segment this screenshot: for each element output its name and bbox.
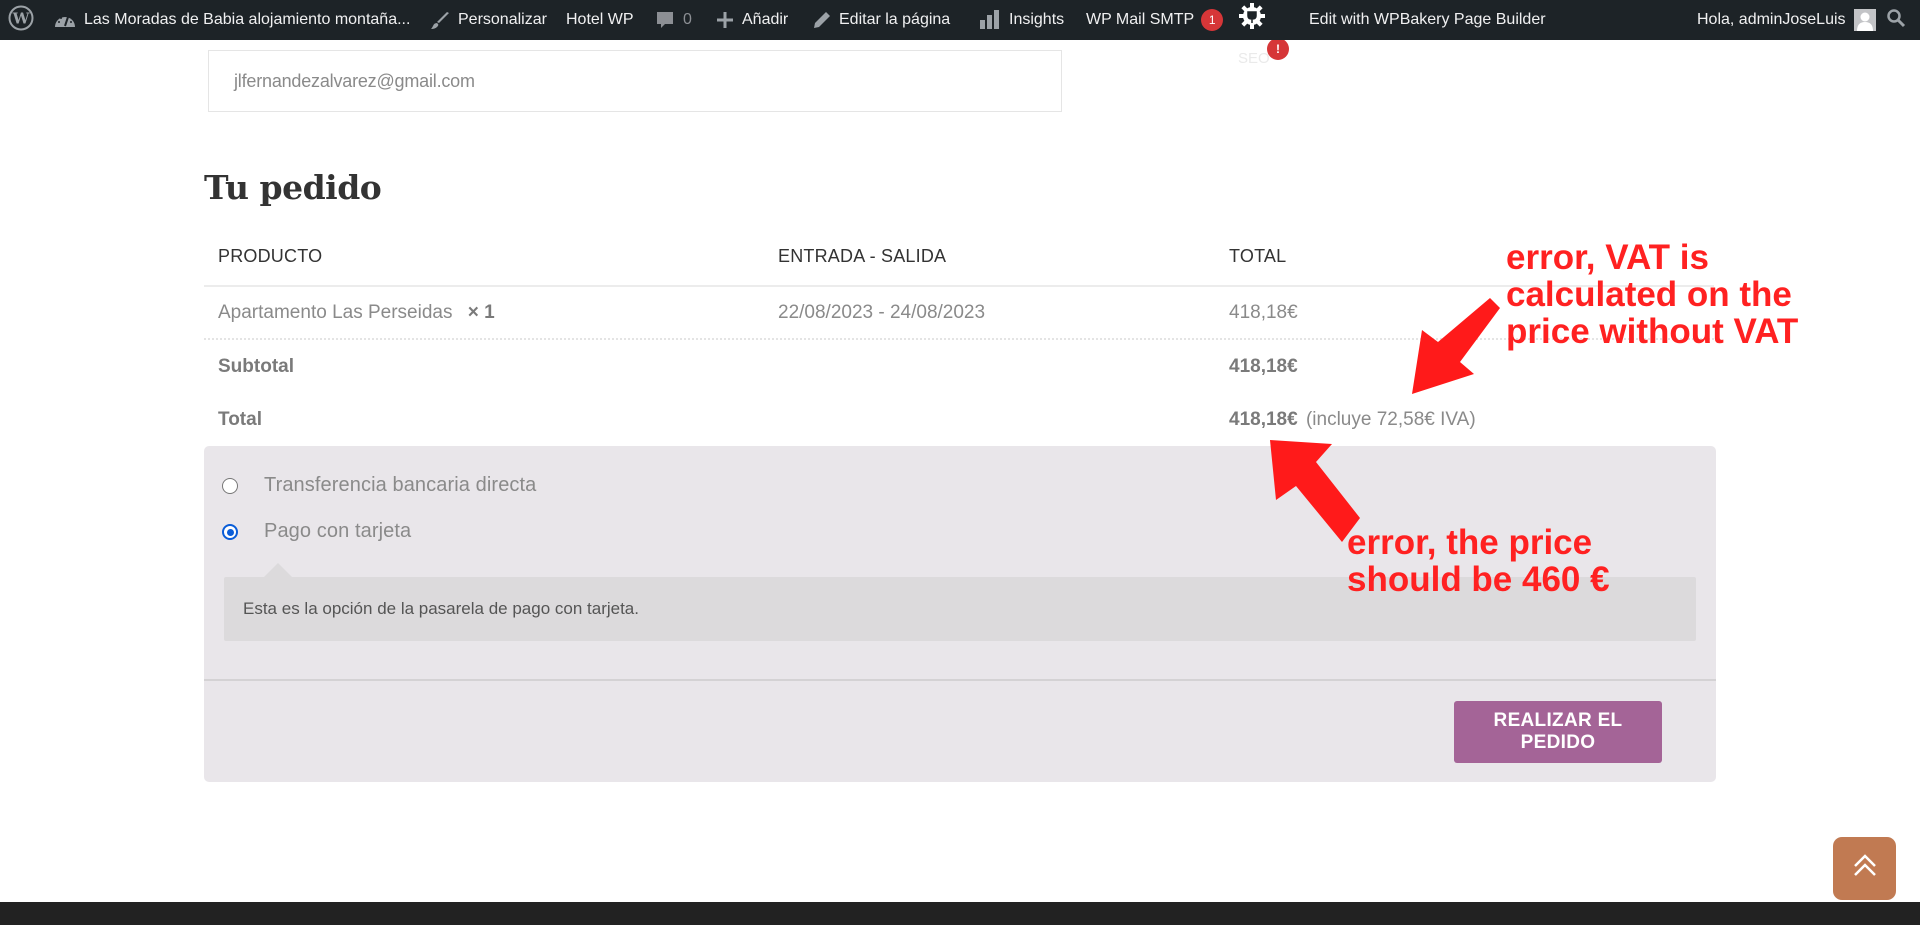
- payment-method-card[interactable]: Pago con tarjeta: [222, 520, 411, 543]
- dashboard-gauge-icon: [54, 11, 76, 29]
- product-name: Apartamento Las Perseidas × 1: [218, 302, 495, 324]
- annotation-arrow-down-left: [1412, 298, 1500, 394]
- description-text: Esta es la opción de la pasarela de pago…: [243, 599, 639, 618]
- seo-label: SEO: [1238, 50, 1270, 67]
- payment-divider: [204, 679, 1716, 681]
- wp-mail-smtp-label: WP Mail SMTP: [1086, 11, 1195, 28]
- admin-search[interactable]: [1886, 0, 1906, 40]
- new-label: Añadir: [742, 11, 789, 28]
- site-name-menu[interactable]: Las Moradas de Babia alojamiento montaña…: [54, 0, 410, 40]
- plus-icon: [716, 11, 734, 29]
- comment-bubble-icon: [655, 10, 675, 30]
- my-account-menu[interactable]: Hola, adminJoseLuis: [1697, 0, 1876, 40]
- subtotal-value: 418,18€: [1229, 356, 1298, 377]
- header-divider: [204, 285, 1714, 287]
- pencil-icon: [813, 11, 831, 29]
- double-chevron-up-icon: [1851, 852, 1879, 885]
- insights-menu[interactable]: Insights: [979, 0, 1064, 40]
- wp-logo-menu[interactable]: W: [8, 0, 34, 40]
- notification-badge: 1: [1201, 9, 1224, 31]
- annotation-line: should be 460 €: [1347, 560, 1610, 599]
- new-content-menu[interactable]: Añadir: [716, 0, 788, 40]
- seo-gear-icon: [1238, 2, 1266, 35]
- back-to-top-button[interactable]: [1833, 837, 1896, 900]
- tax-note: (incluye 72,58€ IVA): [1305, 409, 1476, 430]
- comments-link[interactable]: 0: [655, 0, 692, 40]
- wp-admin-bar: W Las Moradas de Babia alojamiento monta…: [0, 0, 1920, 40]
- theme-menu[interactable]: Hotel WP: [566, 0, 634, 40]
- user-greeting: Hola, adminJoseLuis: [1697, 11, 1846, 28]
- radio-card[interactable]: [222, 523, 238, 540]
- email-value: jlfernandezalvarez@gmail.com: [234, 70, 475, 91]
- line-total: 418,18€: [1229, 302, 1298, 323]
- annotation-arrow-up-left: [1270, 440, 1360, 542]
- payment-method-label: Transferencia bancaria directa: [264, 474, 537, 496]
- payment-method-label: Pago con tarjeta: [264, 520, 412, 542]
- order-review-title: Tu pedido: [204, 168, 382, 207]
- product-name-text: Apartamento Las Perseidas: [218, 302, 453, 323]
- site-footer: [0, 902, 1920, 925]
- wpbakery-label: Edit with WPBakery Page Builder: [1309, 11, 1546, 28]
- product-quantity: × 1: [467, 302, 495, 323]
- annotation-line: error, VAT is: [1506, 238, 1709, 277]
- column-header-product: PRODUCTO: [218, 246, 323, 266]
- description-caret: [264, 563, 292, 577]
- annotation-line: calculated on the: [1506, 275, 1792, 314]
- payment-method-bank-transfer[interactable]: Transferencia bancaria directa: [222, 474, 536, 497]
- wpbakery-link[interactable]: Edit with WPBakery Page Builder: [1309, 0, 1546, 40]
- paintbrush-icon: [430, 10, 450, 30]
- payment-section: Transferencia bancaria directa Pago con …: [204, 446, 1716, 782]
- annotation-price-error: error, the price should be 460 €: [1347, 524, 1610, 598]
- seo-menu[interactable]: [1238, 0, 1266, 40]
- total-label: Total: [218, 409, 262, 430]
- place-order-button[interactable]: REALIZAR EL PEDIDO: [1454, 701, 1662, 763]
- email-field[interactable]: jlfernandezalvarez@gmail.com: [208, 50, 1062, 112]
- site-name: Las Moradas de Babia alojamiento montaña…: [84, 11, 411, 28]
- customize-link[interactable]: Personalizar: [430, 0, 547, 40]
- comments-count: 0: [683, 11, 692, 28]
- customize-label: Personalizar: [458, 11, 547, 28]
- subtotal-label: Subtotal: [218, 356, 294, 377]
- annotation-vat-error: error, VAT is calculated on the price wi…: [1506, 239, 1798, 350]
- radio-bank-transfer[interactable]: [222, 477, 238, 494]
- insights-label: Insights: [1009, 11, 1065, 28]
- seo-alert-badge: !: [1267, 38, 1289, 60]
- search-icon: [1886, 8, 1906, 33]
- theme-label: Hotel WP: [566, 11, 634, 28]
- user-avatar-icon: [1853, 9, 1876, 31]
- annotation-line: error, the price: [1347, 523, 1593, 562]
- wp-mail-smtp-menu[interactable]: WP Mail SMTP 1: [1086, 0, 1224, 40]
- total-value: 418,18€ (incluye 72,58€ IVA): [1229, 409, 1476, 431]
- bar-chart-icon: [979, 10, 1001, 30]
- wordpress-icon: W: [8, 5, 34, 36]
- edit-page-label: Editar la página: [839, 11, 951, 28]
- column-header-dates: ENTRADA - SALIDA: [778, 246, 947, 266]
- booking-dates: 22/08/2023 - 24/08/2023: [778, 302, 986, 323]
- total-amount: 418,18€: [1229, 409, 1298, 430]
- edit-page-link[interactable]: Editar la página: [813, 0, 950, 40]
- annotation-line: price without VAT: [1506, 312, 1799, 351]
- svg-text:W: W: [12, 9, 31, 27]
- column-header-total: TOTAL: [1229, 246, 1287, 266]
